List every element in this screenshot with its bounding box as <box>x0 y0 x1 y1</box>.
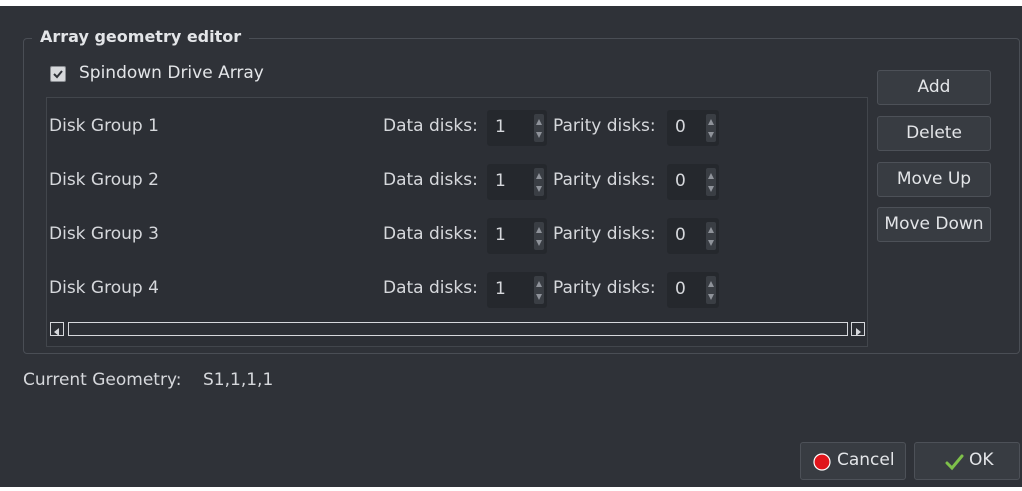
parity-disks-stepper-buttons[interactable] <box>706 114 716 142</box>
scroll-left-button[interactable] <box>50 322 64 336</box>
disk-group-row: Disk Group 4 Data disks: 1 Parity disks: 0 <box>47 266 867 310</box>
data-disks-spinbox[interactable]: 1 <box>487 272 547 308</box>
groupbox-title: Array geometry editor <box>32 27 250 46</box>
chevron-up-icon[interactable] <box>707 116 715 128</box>
data-disks-stepper-buttons[interactable] <box>534 168 544 196</box>
data-disks-stepper-buttons[interactable] <box>534 222 544 250</box>
parity-disks-spinbox[interactable]: 0 <box>667 218 719 254</box>
parity-disks-spinbox[interactable]: 0 <box>667 272 719 308</box>
disk-group-name: Disk Group 3 <box>49 224 159 244</box>
parity-disks-spinbox[interactable]: 0 <box>667 164 719 200</box>
chevron-down-icon[interactable] <box>535 291 543 303</box>
disk-groups-scroll-area[interactable]: Disk Group 1 Data disks: 1 Parity disks: 0 Di… <box>46 97 868 347</box>
chevron-up-icon[interactable] <box>535 278 543 290</box>
chevron-down-icon[interactable] <box>707 291 715 303</box>
delete-button[interactable]: Delete <box>877 116 991 151</box>
disk-group-row: Disk Group 1 Data disks: 1 Parity disks: 0 <box>47 104 867 148</box>
checkmark-icon <box>53 70 63 79</box>
ok-button-label: OK <box>969 450 994 470</box>
chevron-down-icon[interactable] <box>535 237 543 249</box>
cancel-icon <box>813 453 831 471</box>
chevron-down-icon[interactable] <box>707 237 715 249</box>
parity-disks-label: Parity disks: <box>553 170 656 190</box>
chevron-up-icon[interactable] <box>535 170 543 182</box>
horizontal-scrollbar[interactable] <box>50 322 866 336</box>
parity-disks-label: Parity disks: <box>553 224 656 244</box>
data-disks-stepper-buttons[interactable] <box>534 276 544 304</box>
window-bottom-edge <box>0 487 1022 491</box>
parity-disks-stepper-buttons[interactable] <box>706 222 716 250</box>
current-geometry-value: S1,1,1,1 <box>203 370 274 390</box>
parity-disks-label: Parity disks: <box>553 278 656 298</box>
chevron-down-icon[interactable] <box>707 183 715 195</box>
scrollbar-track[interactable] <box>68 322 848 336</box>
chevron-up-icon[interactable] <box>535 116 543 128</box>
data-disks-spinbox[interactable]: 1 <box>487 164 547 200</box>
scroll-right-arrow-icon <box>856 328 861 336</box>
parity-disks-label: Parity disks: <box>553 116 656 136</box>
scroll-right-button[interactable] <box>851 322 865 336</box>
chevron-up-icon[interactable] <box>535 224 543 236</box>
chevron-down-icon[interactable] <box>535 129 543 141</box>
data-disks-stepper-buttons[interactable] <box>534 114 544 142</box>
chevron-up-icon[interactable] <box>707 224 715 236</box>
chevron-up-icon[interactable] <box>707 170 715 182</box>
parity-disks-stepper-buttons[interactable] <box>706 276 716 304</box>
disk-group-name: Disk Group 4 <box>49 278 159 298</box>
chevron-down-icon[interactable] <box>535 183 543 195</box>
current-geometry-label: Current Geometry: <box>23 370 182 390</box>
spindown-checkbox-label[interactable]: Spindown Drive Array <box>79 63 264 83</box>
disk-group-row: Disk Group 3 Data disks: 1 Parity disks: 0 <box>47 212 867 256</box>
window-top-edge <box>0 0 1022 6</box>
disk-group-name: Disk Group 1 <box>49 116 159 136</box>
parity-disks-spinbox[interactable]: 0 <box>667 110 719 146</box>
parity-disks-value[interactable]: 0 <box>675 117 686 137</box>
data-disks-value[interactable]: 1 <box>495 225 506 245</box>
data-disks-spinbox[interactable]: 1 <box>487 218 547 254</box>
data-disks-label: Data disks: <box>383 224 478 244</box>
move-up-button[interactable]: Move Up <box>877 162 991 197</box>
parity-disks-value[interactable]: 0 <box>675 225 686 245</box>
data-disks-value[interactable]: 1 <box>495 279 506 299</box>
cancel-button-label: Cancel <box>837 450 895 470</box>
parity-disks-value[interactable]: 0 <box>675 171 686 191</box>
move-down-button[interactable]: Move Down <box>877 207 991 242</box>
ok-button[interactable]: OK <box>914 442 1020 480</box>
data-disks-value[interactable]: 1 <box>495 171 506 191</box>
ok-check-icon <box>945 454 964 471</box>
spindown-checkbox[interactable] <box>50 66 66 82</box>
parity-disks-stepper-buttons[interactable] <box>706 168 716 196</box>
data-disks-label: Data disks: <box>383 278 478 298</box>
data-disks-label: Data disks: <box>383 170 478 190</box>
parity-disks-value[interactable]: 0 <box>675 279 686 299</box>
chevron-down-icon[interactable] <box>707 129 715 141</box>
cancel-button[interactable]: Cancel <box>800 442 906 480</box>
data-disks-label: Data disks: <box>383 116 478 136</box>
data-disks-value[interactable]: 1 <box>495 117 506 137</box>
data-disks-spinbox[interactable]: 1 <box>487 110 547 146</box>
disk-group-name: Disk Group 2 <box>49 170 159 190</box>
add-button[interactable]: Add <box>877 70 991 105</box>
chevron-up-icon[interactable] <box>707 278 715 290</box>
disk-group-row: Disk Group 2 Data disks: 1 Parity disks: 0 <box>47 158 867 202</box>
scroll-left-arrow-icon <box>54 328 59 336</box>
